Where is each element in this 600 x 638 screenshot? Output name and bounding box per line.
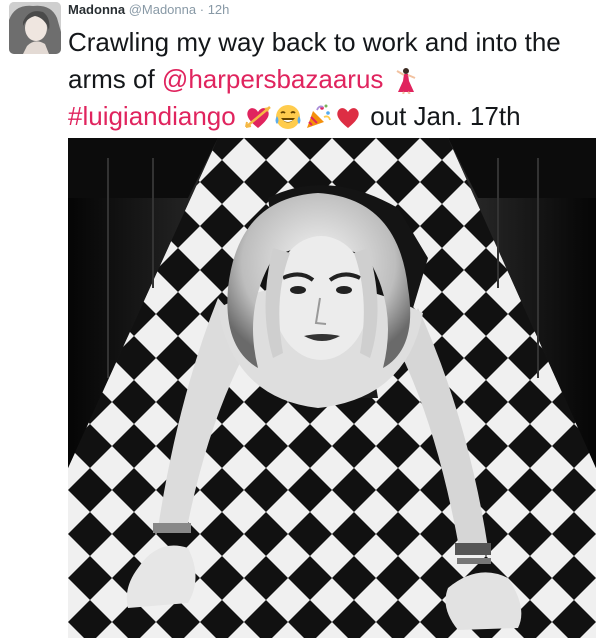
timestamp[interactable]: 12h bbox=[208, 2, 230, 17]
tears-of-joy-icon bbox=[274, 103, 302, 131]
separator-dot: · bbox=[199, 2, 205, 17]
user-handle[interactable]: @Madonna bbox=[129, 2, 196, 17]
tweet-header: Madonna @Madonna · 12h bbox=[68, 2, 229, 18]
tweet-text-arms-of: arms of bbox=[68, 64, 162, 94]
tweet: Madonna @Madonna · 12h Crawling my way b… bbox=[0, 0, 600, 638]
avatar[interactable] bbox=[9, 2, 61, 54]
tweet-text-line-3: #luigiandiango out Jan. 17th bbox=[68, 98, 596, 135]
tweet-text-line-1: Crawling my way back to work and into th… bbox=[68, 27, 561, 57]
tweet-text-out-date: out Jan. 17th bbox=[370, 101, 521, 131]
tweet-text-line-2: arms of @harpersbazaarus bbox=[68, 61, 596, 98]
avatar-image bbox=[9, 2, 61, 54]
heart-with-arrow-icon bbox=[244, 103, 272, 131]
display-name[interactable]: Madonna bbox=[68, 2, 125, 17]
dancer-emoji-icon bbox=[392, 66, 420, 94]
red-heart-icon bbox=[334, 103, 362, 131]
tweet-text: Crawling my way back to work and into th… bbox=[68, 24, 596, 135]
photo-image bbox=[68, 138, 596, 638]
party-popper-icon bbox=[304, 103, 332, 131]
hashtag-link[interactable]: #luigiandiango bbox=[68, 101, 236, 131]
tweet-photo[interactable] bbox=[68, 138, 596, 638]
mention-link[interactable]: @harpersbazaarus bbox=[162, 64, 384, 94]
